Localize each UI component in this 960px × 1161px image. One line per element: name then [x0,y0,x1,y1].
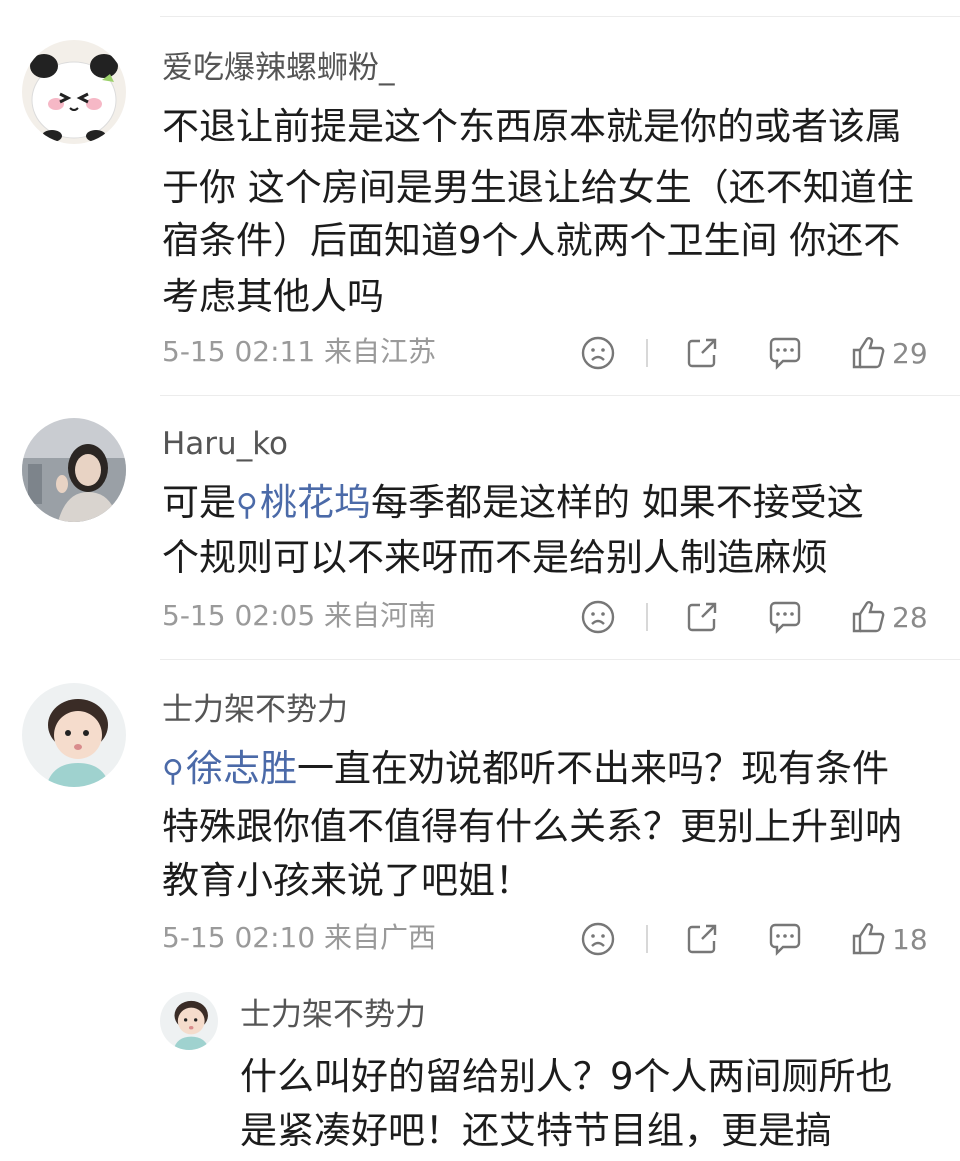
thumbs-up-icon [852,337,885,369]
comment-time: 5-15 02:10 [162,921,316,954]
sad-face-icon [581,922,615,956]
like-button[interactable]: 18 [850,919,928,959]
comment-divider [160,659,960,660]
comment-text-segment: 可是 [162,481,236,524]
sad-face-icon [581,600,615,634]
share-icon [687,924,717,954]
reply-username[interactable]: 士力架不势力 [240,995,426,1035]
share-button[interactable] [684,597,720,637]
comment-time: 5-15 02:11 [162,335,316,368]
action-separator [646,925,648,953]
comment-body-line: 考虑其他人吗 [162,275,384,318]
comment-button[interactable] [766,333,804,373]
comment-body-line: ⚲徐志胜一直在劝说都听不出来吗？现有条件 [162,738,889,802]
comment-meta: 5-15 02:05 来自河南 [162,598,436,634]
avatar[interactable] [22,418,126,522]
panda-avatar-icon [22,40,126,144]
action-separator [646,603,648,631]
action-separator [646,339,648,367]
comment-text-segment: 一直在劝说都听不出来吗？现有条件 [296,747,889,790]
mention-link[interactable]: ⚲桃花坞 [236,481,371,524]
reply-body-line: 什么叫好的留给别人？9个人两间厕所也 [240,1055,893,1098]
comment-time: 5-15 02:05 [162,599,316,632]
mention-text: 桃花坞 [259,481,371,524]
comment-divider [160,395,960,396]
comment-location: 来自河南 [324,599,437,632]
comment-icon [769,601,801,634]
comment-body-line: 教育小孩来说了吧姐！ [162,859,532,902]
comment-meta: 5-15 02:10 来自广西 [162,920,436,956]
share-icon [687,338,717,368]
thumbs-up-icon [852,601,885,633]
top-divider [160,16,960,17]
comment-icon [769,337,801,370]
comment-location: 来自广西 [324,921,437,954]
avatar[interactable] [22,683,126,787]
mention-link[interactable]: ⚲徐志胜 [162,747,297,790]
comment-username[interactable]: 爱吃爆辣螺蛳粉_ [162,48,395,88]
avatar[interactable] [160,992,218,1050]
like-count: 28 [892,600,928,634]
comment-meta: 5-15 02:11 来自江苏 [162,334,436,370]
child-photo-avatar-icon [160,992,218,1050]
like-count: 29 [892,336,928,370]
like-count: 18 [892,922,928,956]
share-button[interactable] [684,333,720,373]
reply-body-line: 是紧凑好吧！还艾特节目组，更是搞 [240,1109,832,1152]
like-button[interactable]: 28 [850,597,928,637]
comment-body-line: 特殊跟你值不值得有什么关系？更别上升到呐 [162,805,902,848]
search-icon: ⚲ [162,754,184,789]
comment-button[interactable] [766,597,804,637]
comment-location: 来自江苏 [324,335,437,368]
comment-body-line: 宿条件）后面知道9个人就两个卫生间 你还不 [162,219,901,262]
search-icon: ⚲ [236,488,258,523]
share-button[interactable] [684,919,720,959]
child-photo-avatar-icon [22,683,126,787]
mention-text: 徐志胜 [185,747,297,790]
comment-actions: 18 [580,919,940,959]
dislike-button[interactable] [580,597,616,637]
dislike-button[interactable] [580,919,616,959]
comment-body-line: 不退让前提是这个东西原本就是你的或者该属 [162,105,902,148]
dislike-button[interactable] [580,333,616,373]
comment-username[interactable]: 士力架不势力 [162,690,348,730]
share-icon [687,602,717,632]
comment-text-segment: 每季都是这样的 如果不接受这 [370,481,864,524]
like-button[interactable]: 29 [850,333,928,373]
avatar[interactable] [22,40,126,144]
comment-icon [769,923,801,956]
sad-face-icon [581,336,615,370]
girl-photo-avatar-icon [22,418,126,522]
comment-button[interactable] [766,919,804,959]
thumbs-up-icon [852,923,885,955]
comment-username[interactable]: Haru_ko [162,424,288,464]
comment-actions: 28 [580,597,940,637]
comment-actions: 29 [580,333,940,373]
comment-body-line: 于你 这个房间是男生退让给女生（还不知道住 [162,166,914,209]
comment-body-line: 个规则可以不来呀而不是给别人制造麻烦 [162,536,828,579]
